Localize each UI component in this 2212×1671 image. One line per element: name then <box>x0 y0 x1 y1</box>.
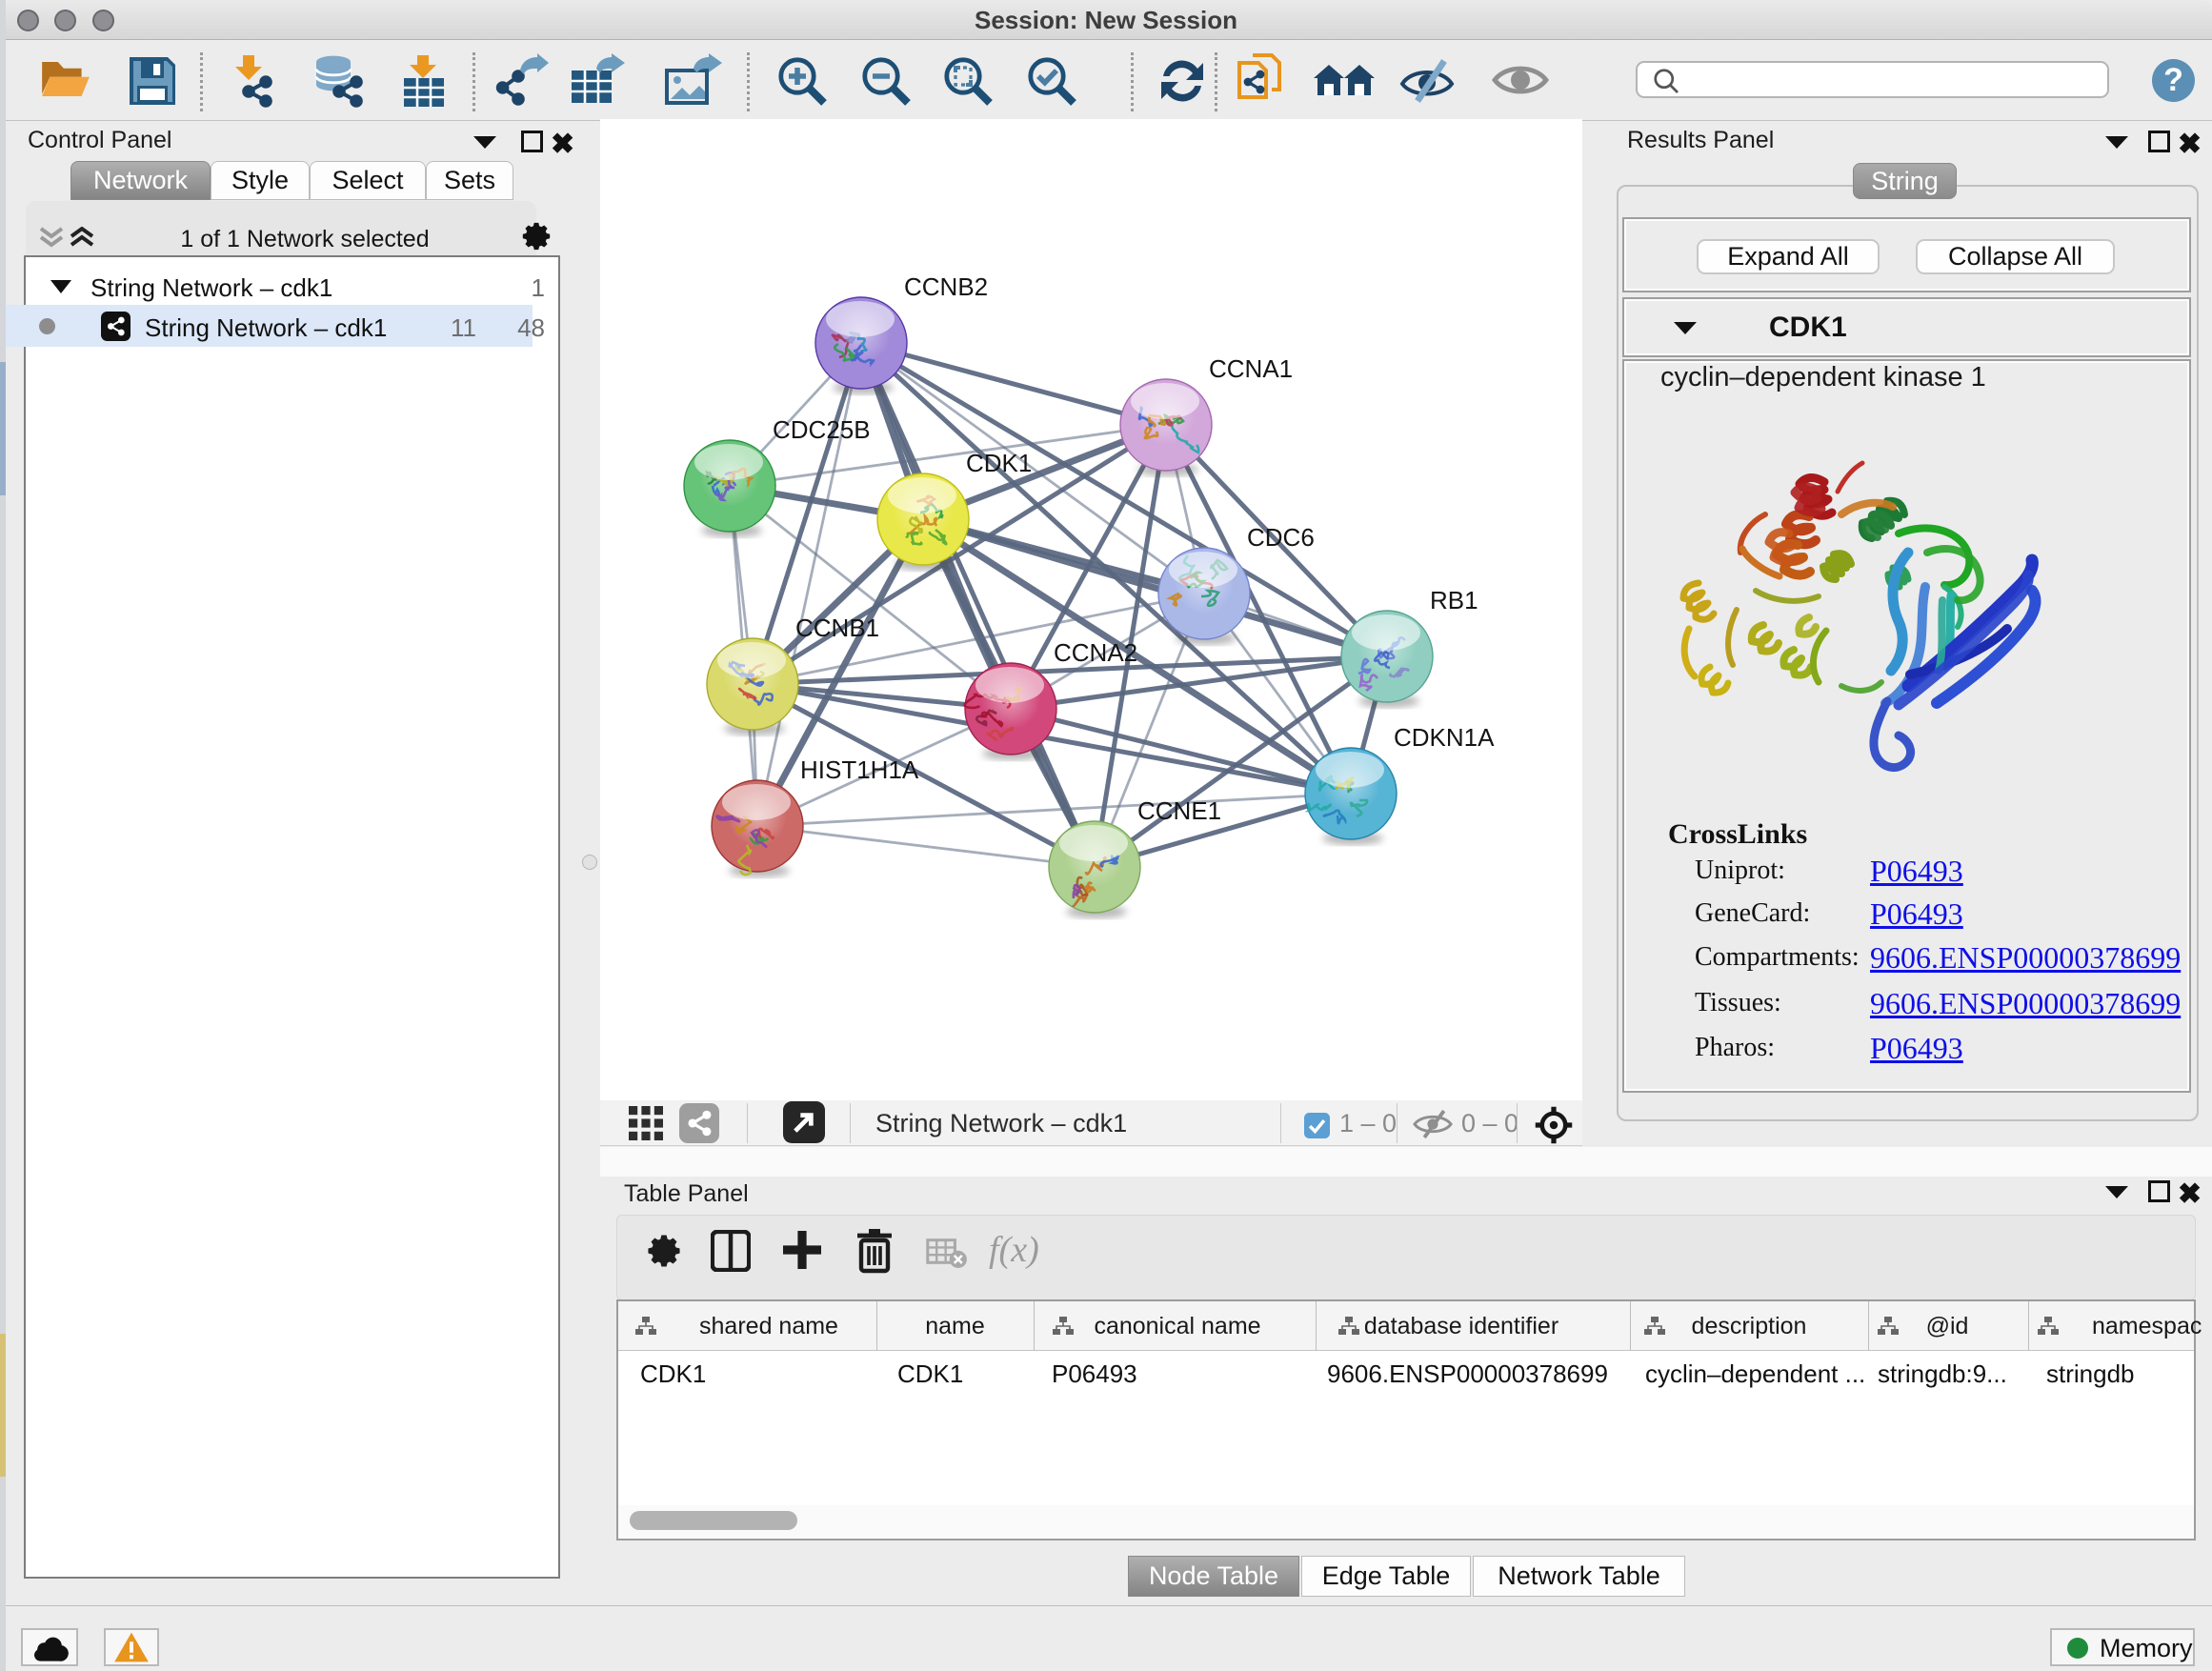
svg-text:CCNA1: CCNA1 <box>1209 354 1293 383</box>
svg-text:CDKN1A: CDKN1A <box>1394 723 1495 752</box>
svg-text:RB1: RB1 <box>1430 586 1478 614</box>
svg-text:CDC6: CDC6 <box>1247 523 1315 552</box>
svg-text:HIST1H1A: HIST1H1A <box>800 755 919 784</box>
svg-text:CCNA2: CCNA2 <box>1054 638 1137 667</box>
svg-text:CCNE1: CCNE1 <box>1137 796 1221 825</box>
svg-text:CDK1: CDK1 <box>966 449 1032 477</box>
svg-text:CCNB1: CCNB1 <box>795 614 879 642</box>
svg-text:CCNB2: CCNB2 <box>904 272 988 301</box>
svg-text:CDC25B: CDC25B <box>773 415 871 444</box>
